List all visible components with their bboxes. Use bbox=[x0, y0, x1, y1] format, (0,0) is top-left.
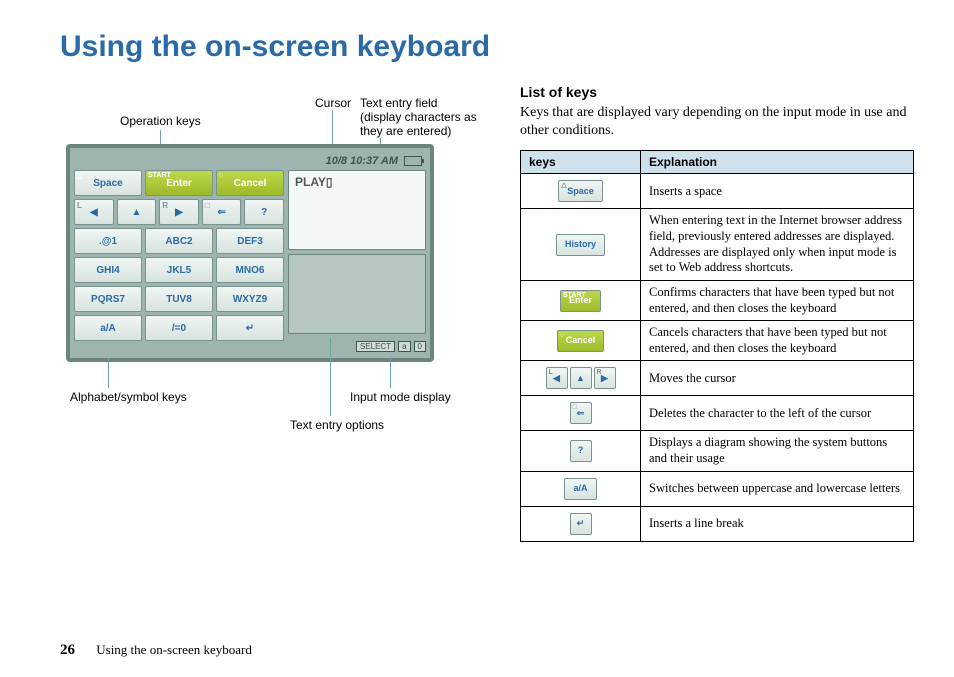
text-entry-field[interactable]: PLAY▯ bbox=[288, 170, 426, 250]
key-icon: STARTEnter bbox=[560, 290, 601, 312]
key-1[interactable]: .@1 bbox=[74, 228, 142, 254]
left-column: Operation keys Cursor Text entry field (… bbox=[60, 84, 490, 542]
mode-chip-select: SELECT bbox=[356, 341, 395, 352]
device-frame: 10/8 10:37 AM △Space STARTEnter ○Cancel … bbox=[66, 144, 434, 362]
key-cancel[interactable]: ○Cancel bbox=[216, 170, 284, 196]
callout-operation-keys: Operation keys bbox=[120, 114, 201, 128]
cursor-icon: ▯ bbox=[326, 175, 333, 189]
key-6[interactable]: MNO6 bbox=[216, 257, 284, 283]
page-title: Using the on-screen keyboard bbox=[60, 30, 914, 64]
key-return[interactable]: ↵ bbox=[216, 315, 284, 341]
input-mode-display: SELECT a 0 bbox=[288, 338, 426, 354]
mode-chip-a: a bbox=[398, 341, 410, 352]
table-row: □⇐ Deletes the character to the left of t… bbox=[521, 396, 914, 431]
key-left[interactable]: L◀ bbox=[74, 199, 114, 225]
page-footer: 26 Using the on-screen keyboard bbox=[60, 642, 252, 659]
key-backspace[interactable]: □⇐ bbox=[202, 199, 242, 225]
key-icon-cell: a/A bbox=[521, 471, 641, 506]
key-3[interactable]: DEF3 bbox=[216, 228, 284, 254]
key-2[interactable]: ABC2 bbox=[145, 228, 213, 254]
key-icon-cell: History bbox=[521, 209, 641, 281]
explanation-cell: Switches between uppercase and lowercase… bbox=[641, 471, 914, 506]
key-help[interactable]: ? bbox=[244, 199, 284, 225]
callout-text-entry-field-sub: (display characters as they are entered) bbox=[360, 110, 500, 138]
th-keys: keys bbox=[521, 151, 641, 174]
table-row: ○Cancel Cancels characters that have been… bbox=[521, 321, 914, 361]
explanation-cell: Deletes the character to the left of the… bbox=[641, 396, 914, 431]
key-enter[interactable]: STARTEnter bbox=[145, 170, 213, 196]
table-row: ◀L▲▶RMoves the cursor bbox=[521, 361, 914, 396]
status-time: 10/8 10:37 AM bbox=[326, 155, 398, 167]
table-row: ? Displays a diagram showing the system b… bbox=[521, 431, 914, 471]
callout-cursor: Cursor bbox=[315, 96, 351, 110]
key-icon-cell: ◀L▲▶R bbox=[521, 361, 641, 396]
th-explanation: Explanation bbox=[641, 151, 914, 174]
key-icon: △Space bbox=[558, 180, 603, 202]
explanation-cell: Moves the cursor bbox=[641, 361, 914, 396]
key-4[interactable]: GHI4 bbox=[74, 257, 142, 283]
arrow-key-icon: ◀L bbox=[546, 367, 568, 389]
key-right[interactable]: R▶ bbox=[159, 199, 199, 225]
key-9[interactable]: WXYZ9 bbox=[216, 286, 284, 312]
arrow-key-icon: ▲ bbox=[570, 367, 592, 389]
status-bar: 10/8 10:37 AM bbox=[74, 152, 426, 170]
callout-text-entry-options: Text entry options bbox=[290, 418, 384, 432]
key-icon: ○Cancel bbox=[557, 330, 605, 352]
key-8[interactable]: TUV8 bbox=[145, 286, 213, 312]
explanation-cell: Cancels characters that have been typed … bbox=[641, 321, 914, 361]
keypad: △Space STARTEnter ○Cancel L◀ ▲ R▶ □⇐ ? .… bbox=[74, 170, 284, 354]
callout-input-mode: Input mode display bbox=[350, 390, 451, 404]
explanation-cell: When entering text in the Internet brows… bbox=[641, 209, 914, 281]
key-5[interactable]: JKL5 bbox=[145, 257, 213, 283]
explanation-cell: Inserts a space bbox=[641, 174, 914, 209]
entered-text: PLAY bbox=[295, 175, 326, 189]
key-icon-cell: ↵ bbox=[521, 506, 641, 541]
key-7[interactable]: PQRS7 bbox=[74, 286, 142, 312]
intro-text: Keys that are displayed vary depending o… bbox=[520, 104, 914, 140]
callout-alpha-symbol: Alphabet/symbol keys bbox=[70, 390, 187, 404]
key-icon: History bbox=[556, 234, 605, 256]
explanation-cell: Displays a diagram showing the system bu… bbox=[641, 431, 914, 471]
key-icon-cell: STARTEnter bbox=[521, 280, 641, 320]
battery-icon bbox=[404, 156, 422, 166]
key-up[interactable]: ▲ bbox=[117, 199, 157, 225]
explanation-cell: Confirms characters that have been typed… bbox=[641, 280, 914, 320]
arrow-key-icon: ▶R bbox=[594, 367, 616, 389]
callout-text-entry-field: Text entry field bbox=[360, 96, 437, 110]
key-icon-cell: ○Cancel bbox=[521, 321, 641, 361]
explanation-cell: Inserts a line break bbox=[641, 506, 914, 541]
key-icon: □⇐ bbox=[570, 402, 592, 424]
key-space[interactable]: △Space bbox=[74, 170, 142, 196]
key-icon: ↵ bbox=[570, 513, 592, 535]
table-row: History When entering text in the Interne… bbox=[521, 209, 914, 281]
mode-chip-0: 0 bbox=[414, 341, 426, 352]
text-entry-options-area[interactable] bbox=[288, 254, 426, 334]
table-row: △Space Inserts a space bbox=[521, 174, 914, 209]
key-icon: ? bbox=[570, 440, 592, 462]
page-number: 26 bbox=[60, 642, 75, 658]
key-icon: a/A bbox=[564, 478, 596, 500]
right-column: List of keys Keys that are displayed var… bbox=[520, 84, 914, 542]
table-row: ↵ Inserts a line break bbox=[521, 506, 914, 541]
key-icon-cell: △Space bbox=[521, 174, 641, 209]
key-case[interactable]: a/A bbox=[74, 315, 142, 341]
table-row: STARTEnter Confirms characters that have … bbox=[521, 280, 914, 320]
keys-table: keys Explanation △SpaceInserts a spaceHi… bbox=[520, 150, 914, 541]
table-row: a/A Switches between uppercase and lowerc… bbox=[521, 471, 914, 506]
footer-title: Using the on-screen keyboard bbox=[96, 642, 252, 657]
key-icon-cell: □⇐ bbox=[521, 396, 641, 431]
key-icon-cell: ? bbox=[521, 431, 641, 471]
list-of-keys-heading: List of keys bbox=[520, 84, 914, 100]
key-0[interactable]: /=0 bbox=[145, 315, 213, 341]
